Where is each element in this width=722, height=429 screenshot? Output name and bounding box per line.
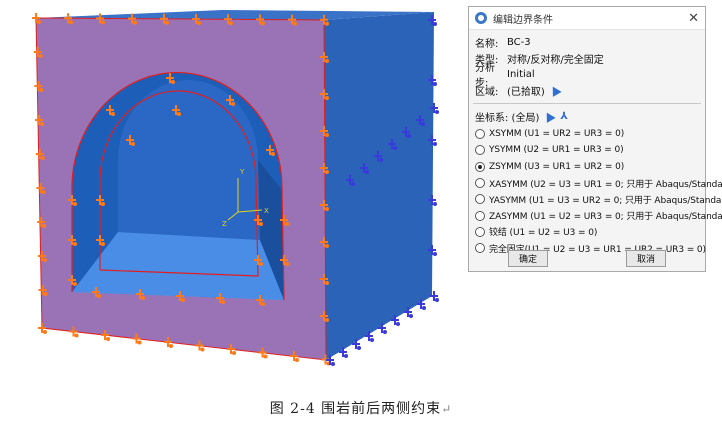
step-row: 分析步: Initial	[469, 63, 705, 89]
return-mark: ↵	[441, 402, 453, 416]
name-row: 名称: BC-3	[469, 34, 705, 50]
model-viewport[interactable]: Y Z X	[0, 0, 470, 390]
bc-option-label: ZSYMM (U3 = UR1 = UR2 = 0)	[489, 161, 625, 172]
model-side-face	[324, 12, 434, 360]
dialog-title: 编辑边界条件	[493, 14, 553, 26]
caption-text: 图 2-4 围岩前后两侧约束	[269, 401, 442, 417]
bc-option-list: XSYMM (U1 = UR2 = UR3 = 0) YSYMM (U2 = UR…	[469, 126, 722, 256]
axis-label-z: Z	[222, 220, 227, 228]
region-value: (已拾取)	[507, 86, 545, 98]
cancel-button[interactable]: 取消	[626, 250, 666, 267]
create-csys-icon[interactable]: ⅄	[560, 111, 568, 122]
constraint-marker-icon	[32, 13, 41, 24]
radio-button-icon[interactable]	[475, 145, 485, 156]
csys-label: 坐标系: (全局)	[475, 112, 540, 124]
bc-option-label: 铰结 (U1 = U2 = U3 = 0)	[489, 228, 598, 239]
axis-label-y: Y	[239, 168, 245, 176]
radio-button-icon[interactable]	[475, 194, 485, 205]
bc-option-radio[interactable]: XASYMM (U2 = U3 = UR1 = 0; 只用于 Abaqus/St…	[469, 175, 722, 191]
select-csys-pointer-icon[interactable]	[542, 109, 556, 123]
bc-option-radio[interactable]: YASYMM (U1 = U3 = UR2 = 0; 只用于 Abaqus/St…	[469, 191, 722, 207]
bc-option-radio[interactable]: ZASYMM (U1 = U2 = UR3 = 0; 只用于 Abaqus/St…	[469, 207, 722, 223]
bc-option-label: XSYMM (U1 = UR2 = UR3 = 0)	[489, 129, 625, 140]
bc-option-radio[interactable]: ZSYMM (U3 = UR1 = UR2 = 0)	[469, 159, 705, 175]
edit-boundary-condition-dialog: 编辑边界条件 ✕ 名称: BC-3 类型: 对称/反对称/完全固定 分析步: I…	[468, 6, 722, 272]
bc-option-label: YSYMM (U2 = UR1 = UR3 = 0)	[489, 145, 624, 156]
name-value: BC-3	[507, 36, 531, 48]
select-region-pointer-icon[interactable]	[548, 83, 562, 97]
bc-option-radio[interactable]: XSYMM (U1 = UR2 = UR3 = 0)	[469, 126, 705, 142]
figure-caption: 图 2-4 围岩前后两侧约束↵	[0, 398, 722, 418]
bc-option-label: ZASYMM (U1 = U2 = UR3 = 0; 只用于 Abaqus/St…	[489, 212, 722, 223]
dialog-divider	[473, 103, 701, 104]
radio-button-icon[interactable]	[475, 226, 485, 237]
dialog-titlebar: 编辑边界条件 ✕	[469, 7, 705, 30]
bc-option-label: XASYMM (U2 = U3 = UR1 = 0; 只用于 Abaqus/St…	[489, 179, 722, 190]
radio-button-icon[interactable]	[475, 161, 485, 172]
type-value: 对称/反对称/完全固定	[507, 54, 604, 66]
bc-option-label: YASYMM (U1 = U3 = UR2 = 0; 只用于 Abaqus/St…	[489, 195, 722, 206]
bc-option-radio[interactable]: 铰结 (U1 = U2 = U3 = 0)	[469, 224, 705, 240]
region-row: 区域: (已拾取)	[469, 82, 705, 98]
region-label: 区域:	[475, 86, 499, 98]
csys-row: 坐标系: (全局) ⅄	[469, 108, 705, 124]
step-value: Initial	[507, 68, 535, 80]
type-row: 类型: 对称/反对称/完全固定	[469, 50, 705, 66]
close-icon[interactable]: ✕	[688, 12, 699, 25]
ok-button[interactable]: 确定	[508, 250, 548, 267]
name-label: 名称:	[475, 38, 499, 50]
axis-label-x: X	[264, 207, 269, 215]
dialog-buttons: 确定 取消	[469, 250, 705, 267]
radio-button-icon[interactable]	[475, 178, 485, 189]
abaqus-app-icon	[475, 12, 487, 24]
radio-button-icon[interactable]	[475, 210, 485, 221]
bc-option-radio[interactable]: YSYMM (U2 = UR1 = UR3 = 0)	[469, 142, 705, 158]
radio-button-icon[interactable]	[475, 129, 485, 140]
